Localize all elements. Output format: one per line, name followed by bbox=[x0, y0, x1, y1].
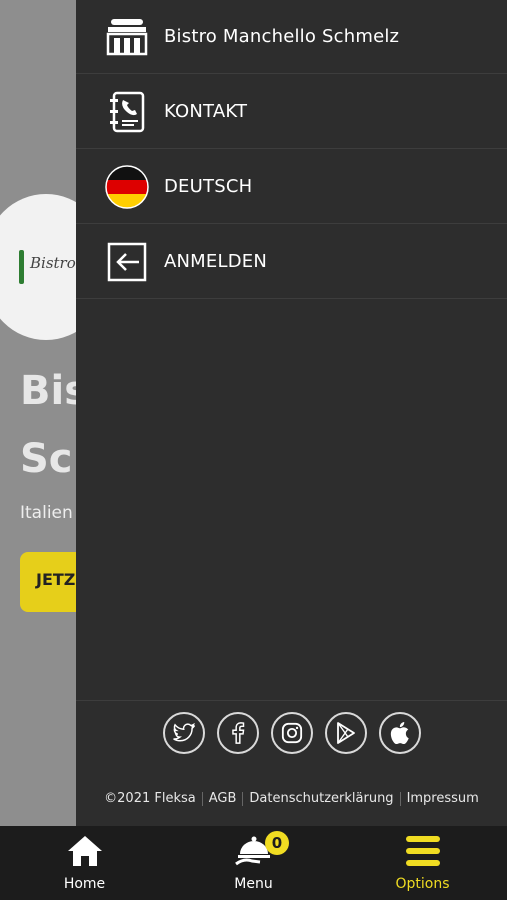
twitter-icon[interactable] bbox=[162, 711, 205, 754]
footer-links: ©2021 Fleksa AGB Datenschutzerklärung Im… bbox=[76, 791, 507, 806]
nav-options[interactable]: Options bbox=[338, 826, 507, 900]
drawer-item-restaurant[interactable]: Bistro Manchello Schmelz bbox=[76, 0, 507, 74]
drawer-item-language[interactable]: DEUTSCH bbox=[76, 150, 507, 224]
facebook-icon[interactable] bbox=[216, 711, 259, 754]
nav-menu[interactable]: 0 Menu bbox=[169, 826, 338, 900]
drawer-item-login[interactable]: ANMELDEN bbox=[76, 225, 507, 299]
page-subtitle: Italien bbox=[20, 503, 73, 523]
divider bbox=[399, 791, 401, 806]
page-title-line2: Sc bbox=[20, 436, 73, 482]
copyright-text: ©2021 Fleksa bbox=[104, 791, 196, 806]
divider bbox=[242, 791, 244, 806]
home-icon bbox=[66, 834, 104, 872]
login-icon bbox=[104, 239, 150, 285]
drawer-item-label: Bistro Manchello Schmelz bbox=[164, 26, 400, 47]
nav-home-label: Home bbox=[63, 876, 106, 892]
drawer-item-label: KONTAKT bbox=[164, 101, 248, 122]
nav-home[interactable]: Home bbox=[0, 826, 169, 900]
hamburger-icon bbox=[405, 834, 441, 872]
drawer-item-kontakt[interactable]: KONTAKT bbox=[76, 75, 507, 149]
german-flag-icon bbox=[104, 164, 150, 210]
restaurant-icon bbox=[104, 14, 150, 60]
drawer-item-label: ANMELDEN bbox=[164, 251, 268, 272]
social-links bbox=[76, 700, 507, 762]
apple-icon[interactable] bbox=[378, 711, 421, 754]
imprint-link[interactable]: Impressum bbox=[407, 791, 479, 806]
side-drawer: Bistro Manchello Schmelz KONTAKT DEUTSCH… bbox=[76, 0, 507, 826]
cart-count-badge: 0 bbox=[265, 831, 289, 855]
bottom-nav: Home 0 Menu Options bbox=[0, 826, 507, 900]
logo-text: Bistro bbox=[30, 254, 76, 272]
privacy-link[interactable]: Datenschutzerklärung bbox=[249, 791, 393, 806]
google-play-icon[interactable] bbox=[324, 711, 367, 754]
instagram-icon[interactable] bbox=[270, 711, 313, 754]
nav-menu-label: Menu bbox=[234, 876, 273, 892]
logo-accent-bar bbox=[19, 250, 24, 284]
drawer-item-label: DEUTSCH bbox=[164, 176, 253, 197]
divider bbox=[201, 791, 203, 806]
contact-book-icon bbox=[104, 89, 150, 135]
agb-link[interactable]: AGB bbox=[209, 791, 237, 806]
nav-options-label: Options bbox=[395, 876, 450, 892]
